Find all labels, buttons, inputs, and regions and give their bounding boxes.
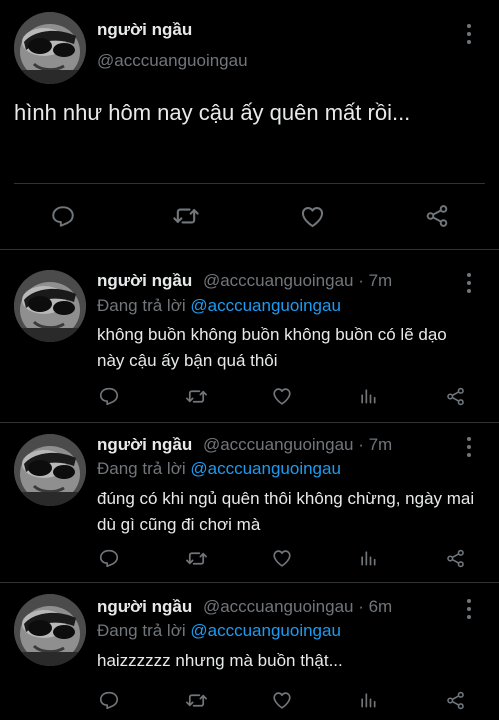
reply-header: người ngầu @acccuanguoingau · 7m (97, 435, 392, 455)
divider (0, 249, 499, 250)
replying-to: Đang trả lời @acccuanguoingau (97, 621, 341, 641)
divider (0, 582, 499, 583)
replying-prefix: Đang trả lời (97, 296, 186, 315)
replying-to: Đang trả lời @acccuanguoingau (97, 296, 341, 316)
avatar-image (14, 434, 86, 506)
reply-text: haizzzzzz nhưng mà buồn thật... (97, 651, 343, 670)
divider (14, 183, 485, 184)
reply-icon[interactable] (97, 546, 121, 570)
author-name[interactable]: người ngầu (97, 435, 192, 454)
more-options-icon[interactable] (462, 437, 476, 457)
avatar[interactable] (14, 12, 86, 84)
reply-tweet[interactable]: người ngầu @acccuanguoingau · 7m Đang tr… (0, 262, 499, 422)
reply-icon[interactable] (97, 384, 121, 408)
analytics-icon[interactable] (356, 688, 380, 712)
analytics-icon[interactable] (356, 546, 380, 570)
more-options-icon[interactable] (462, 599, 476, 619)
reply-tweet[interactable]: người ngầu @acccuanguoingau · 7m Đang tr… (0, 426, 499, 582)
mention-link[interactable]: @acccuanguoingau (190, 459, 341, 478)
reply-header: người ngầu @acccuanguoingau · 6m (97, 597, 392, 617)
more-options-icon[interactable] (462, 24, 476, 44)
author-name[interactable]: người ngầu (97, 20, 192, 40)
replying-prefix: Đang trả lời (97, 621, 186, 640)
reply-text: đúng có khi ngủ quên thôi không chừng, n… (97, 489, 475, 534)
share-icon[interactable] (443, 384, 467, 408)
author-name[interactable]: người ngầu (97, 271, 192, 290)
mention-link[interactable]: @acccuanguoingau (190, 296, 341, 315)
share-icon[interactable] (423, 202, 451, 230)
replying-prefix: Đang trả lời (97, 459, 186, 478)
like-icon[interactable] (270, 384, 294, 408)
avatar[interactable] (14, 270, 86, 342)
reply-icon[interactable] (97, 688, 121, 712)
like-icon[interactable] (270, 688, 294, 712)
divider (0, 422, 499, 423)
tweet-text: hình như hôm nay cậu ấy quên mất rồi... (14, 100, 411, 125)
avatar-image (14, 12, 86, 84)
like-icon[interactable] (298, 202, 326, 230)
author-handle-time[interactable]: @acccuanguoingau · 7m (203, 435, 392, 454)
avatar-image (14, 270, 86, 342)
retweet-icon[interactable] (184, 688, 208, 712)
mention-link[interactable]: @acccuanguoingau (190, 621, 341, 640)
avatar[interactable] (14, 594, 86, 666)
reply-icon[interactable] (49, 202, 77, 230)
reply-header: người ngầu @acccuanguoingau · 7m (97, 271, 392, 291)
like-icon[interactable] (270, 546, 294, 570)
author-handle-time[interactable]: @acccuanguoingau · 7m (203, 271, 392, 290)
avatar[interactable] (14, 434, 86, 506)
avatar-image (14, 594, 86, 666)
retweet-icon[interactable] (172, 202, 200, 230)
author-name[interactable]: người ngầu (97, 597, 192, 616)
share-icon[interactable] (443, 546, 467, 570)
retweet-icon[interactable] (184, 546, 208, 570)
reply-tweet[interactable]: người ngầu @acccuanguoingau · 6m Đang tr… (0, 588, 499, 720)
share-icon[interactable] (443, 688, 467, 712)
replying-to: Đang trả lời @acccuanguoingau (97, 459, 341, 479)
more-options-icon[interactable] (462, 273, 476, 293)
analytics-icon[interactable] (356, 384, 380, 408)
author-handle[interactable]: @acccuanguoingau (97, 51, 248, 71)
reply-text: không buồn không buồn không buồn có lẽ d… (97, 325, 447, 370)
author-handle-time[interactable]: @acccuanguoingau · 6m (203, 597, 392, 616)
retweet-icon[interactable] (184, 384, 208, 408)
